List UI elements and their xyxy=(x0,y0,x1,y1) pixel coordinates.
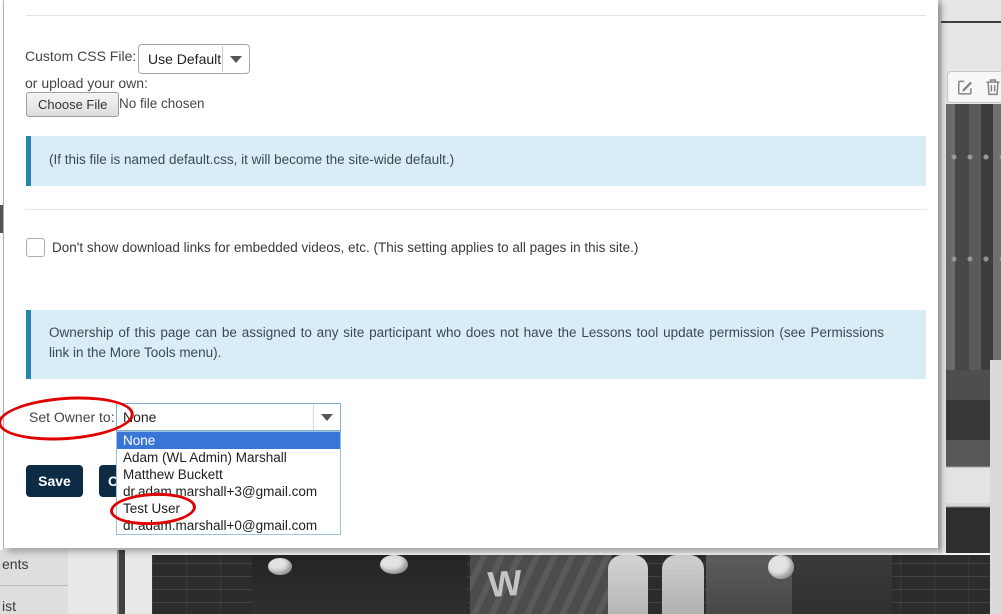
background-gap xyxy=(125,550,152,614)
page-settings-dialog: Custom CSS File: Use Default or upload y… xyxy=(4,0,938,548)
owner-option[interactable]: Test User xyxy=(117,500,340,517)
owner-select-dropdown: None Adam (WL Admin) Marshall Matthew Bu… xyxy=(116,431,341,535)
background-photo xyxy=(946,370,990,553)
photo-figure xyxy=(792,555,892,614)
page-left-notch xyxy=(0,205,3,233)
choose-file-button[interactable]: Choose File xyxy=(26,92,119,117)
photo-detail xyxy=(268,558,292,575)
owner-select[interactable]: None xyxy=(116,403,341,431)
divider xyxy=(26,15,926,16)
tool-sidebar: ents ist xyxy=(0,550,68,614)
photo-detail xyxy=(768,555,794,579)
set-owner-label: Set Owner to: xyxy=(29,409,115,425)
custom-css-select[interactable]: Use Default xyxy=(138,44,250,74)
ownership-info-message: Ownership of this page can be assigned t… xyxy=(26,310,926,379)
owner-option[interactable]: Matthew Buckett xyxy=(117,466,340,483)
divider xyxy=(26,209,926,210)
photo-detail xyxy=(380,555,408,574)
custom-css-label: Custom CSS File: xyxy=(25,48,136,64)
sidebar-item[interactable]: ist xyxy=(2,598,16,614)
photo-letter-mark: W xyxy=(487,562,524,606)
owner-select-value: None xyxy=(117,409,313,425)
photo-figure xyxy=(662,555,704,614)
background-divider-line xyxy=(941,21,1001,23)
chevron-down-icon xyxy=(223,56,249,63)
edit-icon[interactable] xyxy=(955,77,975,97)
trash-icon[interactable] xyxy=(984,77,1001,97)
chevron-down-icon xyxy=(314,414,340,421)
photo-figure xyxy=(608,555,648,614)
sidebar-item[interactable]: ents xyxy=(2,556,28,572)
owner-option[interactable]: dr.adam.marshall+0@gmail.com xyxy=(117,517,340,534)
sidebar-divider xyxy=(0,585,68,586)
css-info-message: (If this file is named default.css, it w… xyxy=(26,136,926,186)
background-photo: W xyxy=(152,553,990,614)
download-links-checkbox[interactable] xyxy=(26,238,45,257)
owner-option[interactable]: dr.adam.marshall+3@gmail.com xyxy=(117,483,340,500)
download-links-label: Don't show download links for embedded v… xyxy=(52,240,638,255)
scrollbar[interactable] xyxy=(117,550,125,614)
file-status-text: No file chosen xyxy=(119,96,205,111)
custom-css-select-value: Use Default xyxy=(139,51,222,67)
background-photo xyxy=(990,360,1001,614)
owner-option[interactable]: Adam (WL Admin) Marshall xyxy=(117,449,340,466)
item-action-toolbar xyxy=(947,71,1001,103)
screen: ents ist W Custom CSS File: Use Default … xyxy=(0,0,1001,614)
owner-option[interactable]: None xyxy=(117,432,340,449)
background-gap xyxy=(68,550,117,614)
background-photo xyxy=(946,104,1001,370)
upload-hint-label: or upload your own: xyxy=(25,75,148,91)
save-button[interactable]: Save xyxy=(26,465,83,497)
